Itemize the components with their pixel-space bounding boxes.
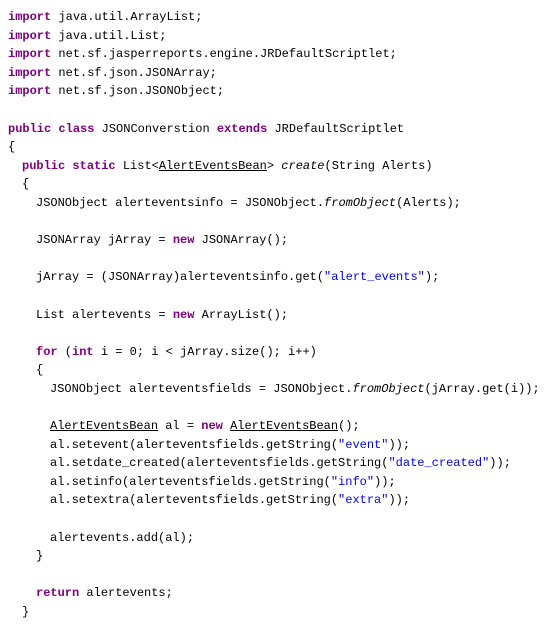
blank-line xyxy=(8,324,536,343)
blank-line xyxy=(8,566,536,585)
brace: { xyxy=(8,361,536,380)
import-package: java.util.ArrayList; xyxy=(51,10,202,24)
class-name: JSONConverstion xyxy=(94,122,216,136)
blank-line xyxy=(8,287,536,306)
keyword-import: import xyxy=(8,10,51,24)
keyword-public: public xyxy=(8,122,51,136)
keyword-int: int xyxy=(72,345,94,359)
keyword-import: import xyxy=(8,84,51,98)
code-text: )); xyxy=(388,438,410,452)
code-text: al.setextra(alerteventsfields.getString( xyxy=(50,493,338,507)
import-package: net.sf.jasperreports.engine.JRDefaultScr… xyxy=(51,47,397,61)
code-text: JSONObject alerteventsinfo = JSONObject. xyxy=(36,196,324,210)
keyword-new: new xyxy=(201,419,223,433)
code-text: ArrayList(); xyxy=(194,308,288,322)
return-statement: return alertevents; xyxy=(8,584,536,603)
blank-line xyxy=(8,213,536,232)
for-loop: for (int i = 0; i < jArray.size(); i++) xyxy=(8,343,536,362)
return-type-close: > xyxy=(267,159,281,173)
statement: al.setextra(alerteventsfields.getString(… xyxy=(8,491,536,510)
code-text: alertevents.add(al); xyxy=(50,531,194,545)
blank-line xyxy=(8,250,536,269)
string-literal: "info" xyxy=(331,475,374,489)
string-literal: "extra" xyxy=(338,493,388,507)
code-text xyxy=(223,419,230,433)
code-text: (jArray.get(i)); xyxy=(424,382,539,396)
statement: alertevents.add(al); xyxy=(8,529,536,548)
import-package: net.sf.json.JSONObject; xyxy=(51,84,224,98)
method-name: create xyxy=(281,159,324,173)
code-text: i = 0; i < jArray.size(); i++) xyxy=(94,345,317,359)
code-text: JSONArray(); xyxy=(194,233,288,247)
blank-line xyxy=(8,510,536,529)
code-text: List alertevents = xyxy=(36,308,173,322)
code-block: import java.util.ArrayList; import java.… xyxy=(8,8,536,622)
import-line: import net.sf.json.JSONArray; xyxy=(8,64,536,83)
brace: } xyxy=(8,603,536,622)
import-package: net.sf.json.JSONArray; xyxy=(51,66,217,80)
import-line: import java.util.ArrayList; xyxy=(8,8,536,27)
statement: JSONArray jArray = new JSONArray(); xyxy=(8,231,536,250)
code-text: )); xyxy=(388,493,410,507)
brace: } xyxy=(8,547,536,566)
type-alerteventsbean: AlertEventsBean xyxy=(230,419,338,433)
statement: jArray = (JSONArray)alerteventsinfo.get(… xyxy=(8,268,536,287)
import-line: import net.sf.json.JSONObject; xyxy=(8,82,536,101)
keyword-new: new xyxy=(173,233,195,247)
string-literal: "event" xyxy=(338,438,388,452)
code-text: al.setinfo(alerteventsfields.getString( xyxy=(50,475,331,489)
statement: al.setdate_created(alerteventsfields.get… xyxy=(8,454,536,473)
statement: JSONObject alerteventsfields = JSONObjec… xyxy=(8,380,536,399)
import-line: import net.sf.jasperreports.engine.JRDef… xyxy=(8,45,536,64)
code-text: )); xyxy=(489,456,511,470)
keyword-return: return xyxy=(36,586,79,600)
code-text: al = xyxy=(158,419,201,433)
keyword-import: import xyxy=(8,66,51,80)
code-text: al.setevent(alerteventsfields.getString( xyxy=(50,438,338,452)
code-text: (); xyxy=(338,419,360,433)
blank-line xyxy=(8,398,536,417)
code-text: ); xyxy=(425,270,439,284)
type-alerteventsbean: AlertEventsBean xyxy=(159,159,267,173)
method-call: fromObject xyxy=(324,196,396,210)
statement: AlertEventsBean al = new AlertEventsBean… xyxy=(8,417,536,436)
method-call: fromObject xyxy=(352,382,424,396)
brace: { xyxy=(8,138,536,157)
code-text: jArray = (JSONArray)alerteventsinfo.get( xyxy=(36,270,324,284)
keyword-class: class xyxy=(58,122,94,136)
statement: al.setevent(alerteventsfields.getString(… xyxy=(8,436,536,455)
return-type: List< xyxy=(116,159,159,173)
statement: List alertevents = new ArrayList(); xyxy=(8,306,536,325)
class-declaration: public class JSONConverstion extends JRD… xyxy=(8,120,536,139)
string-literal: "alert_events" xyxy=(324,270,425,284)
code-text: alertevents; xyxy=(79,586,173,600)
keyword-import: import xyxy=(8,29,51,43)
method-params: (String Alerts) xyxy=(325,159,433,173)
keyword-for: for xyxy=(36,345,58,359)
statement: JSONObject alerteventsinfo = JSONObject.… xyxy=(8,194,536,213)
code-text: )); xyxy=(374,475,396,489)
keyword-import: import xyxy=(8,47,51,61)
code-text: (Alerts); xyxy=(396,196,461,210)
blank-line xyxy=(8,101,536,120)
brace: { xyxy=(8,175,536,194)
type-alerteventsbean: AlertEventsBean xyxy=(50,419,158,433)
code-text: ( xyxy=(58,345,72,359)
import-line: import java.util.List; xyxy=(8,27,536,46)
keyword-static: static xyxy=(72,159,115,173)
method-declaration: public static List<AlertEventsBean> crea… xyxy=(8,157,536,176)
parent-class: JRDefaultScriptlet xyxy=(267,122,404,136)
keyword-new: new xyxy=(173,308,195,322)
import-package: java.util.List; xyxy=(51,29,166,43)
keyword-extends: extends xyxy=(217,122,267,136)
code-text: JSONArray jArray = xyxy=(36,233,173,247)
statement: al.setinfo(alerteventsfields.getString("… xyxy=(8,473,536,492)
code-text: al.setdate_created(alerteventsfields.get… xyxy=(50,456,388,470)
code-text: JSONObject alerteventsfields = JSONObjec… xyxy=(50,382,352,396)
string-literal: "date_created" xyxy=(388,456,489,470)
keyword-public: public xyxy=(22,159,65,173)
